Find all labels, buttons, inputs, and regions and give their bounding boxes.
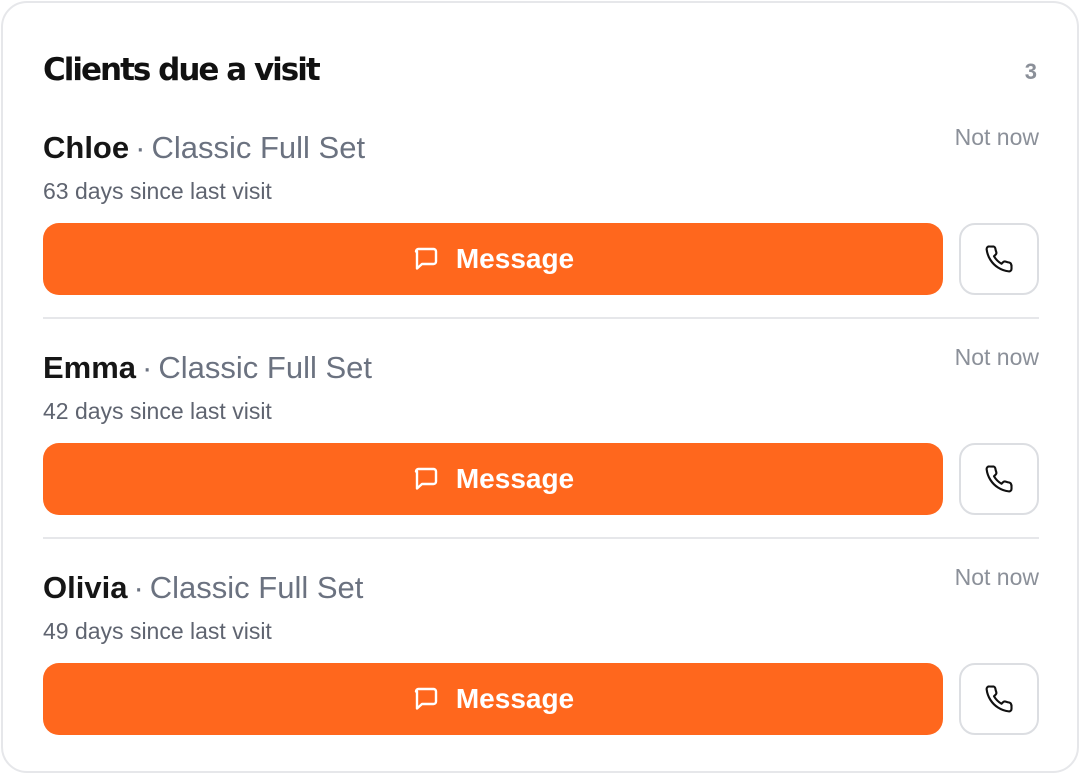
message-button[interactable]: Message [43, 223, 943, 295]
divider [43, 317, 1039, 319]
call-button[interactable] [959, 443, 1039, 515]
message-icon [412, 685, 440, 713]
phone-icon [984, 684, 1014, 714]
client-separator: · [133, 570, 144, 605]
client-item: Olivia · Classic Full Set 49 days since la… [43, 561, 1039, 737]
call-button[interactable] [959, 663, 1039, 735]
card-header: Clients due a visit 3 [3, 3, 1077, 113]
client-heading: Emma · Classic Full Set [43, 349, 372, 387]
client-name: Emma [43, 350, 137, 385]
divider [43, 537, 1039, 539]
client-service: Classic Full Set [151, 130, 366, 165]
not-now-button[interactable]: Not now [955, 563, 1039, 591]
phone-icon [984, 464, 1014, 494]
message-icon [412, 245, 440, 273]
days-since-visit: 42 days since last visit [43, 398, 272, 424]
client-item: Chloe · Classic Full Set 63 days since las… [43, 121, 1039, 297]
client-separator: · [135, 130, 146, 165]
call-button[interactable] [959, 223, 1039, 295]
client-count-badge: 3 [1024, 59, 1037, 84]
card-title: Clients due a visit [43, 52, 321, 88]
message-button-label: Message [455, 463, 575, 494]
client-name: Olivia [43, 570, 128, 605]
message-icon [412, 465, 440, 493]
message-button[interactable]: Message [43, 443, 943, 515]
message-button-label: Message [455, 243, 575, 274]
message-button-label: Message [455, 683, 575, 714]
days-since-visit: 49 days since last visit [43, 618, 272, 644]
client-service: Classic Full Set [158, 350, 372, 385]
client-heading: Chloe · Classic Full Set [43, 129, 365, 167]
days-since-visit: 63 days since last visit [43, 178, 272, 204]
client-separator: · [142, 350, 153, 385]
phone-icon [984, 244, 1014, 274]
client-name: Chloe [43, 130, 130, 165]
message-button[interactable]: Message [43, 663, 943, 735]
client-item: Emma · Classic Full Set 42 days since last… [43, 341, 1039, 517]
client-heading: Olivia · Classic Full Set [43, 569, 363, 607]
client-service: Classic Full Set [149, 570, 364, 605]
clients-due-card: Clients due a visit 3 Chloe · Classic Full… [1, 1, 1079, 773]
not-now-button[interactable]: Not now [955, 123, 1039, 151]
not-now-button[interactable]: Not now [955, 343, 1039, 371]
